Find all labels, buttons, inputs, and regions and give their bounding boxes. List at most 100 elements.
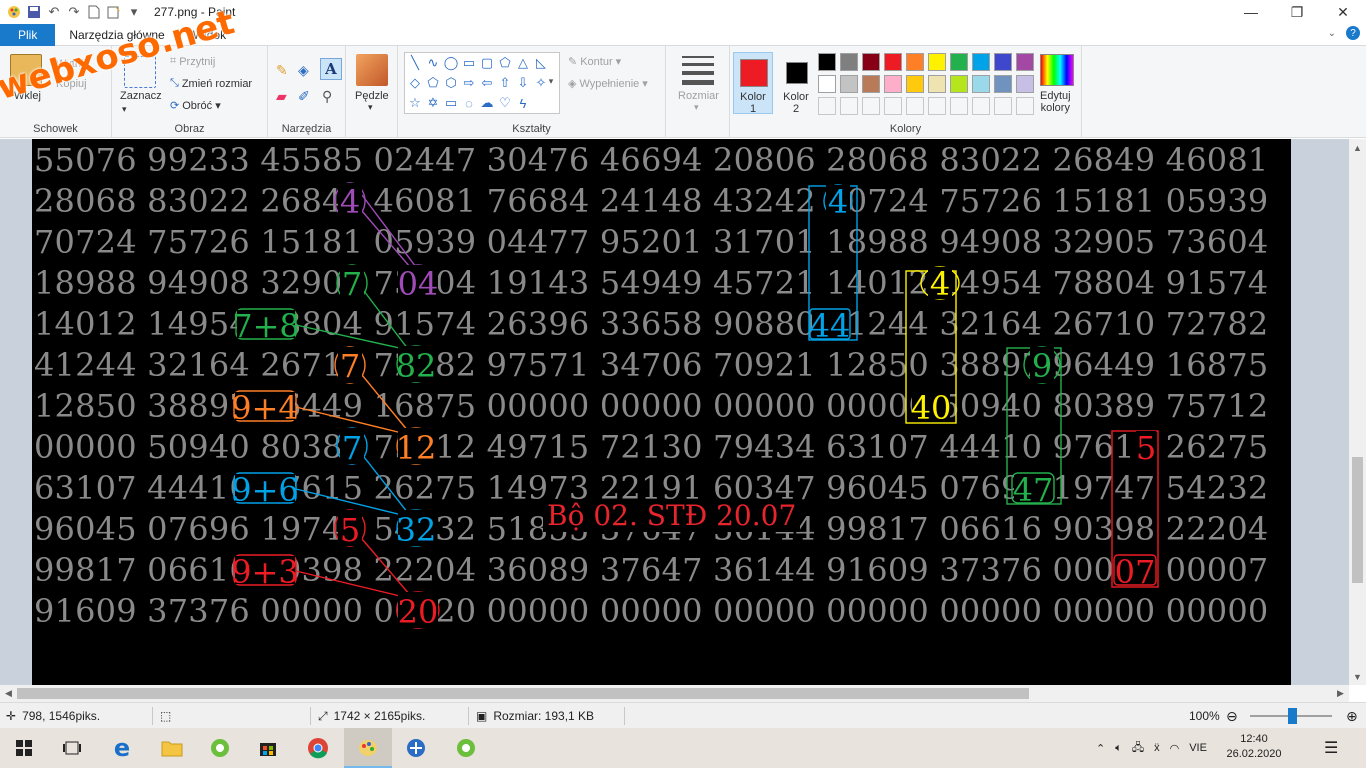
edge-taskbar-icon[interactable]: e: [98, 728, 146, 768]
blue-col-num-2: 44: [810, 307, 851, 345]
shape-rectangle-icon[interactable]: ▭: [461, 55, 477, 71]
resize-button[interactable]: ⤡ Zmień rozmiar: [170, 77, 252, 90]
shapes-scroll-icon[interactable]: ▾: [545, 73, 557, 89]
magnifier-icon[interactable]: ⚲: [322, 88, 332, 105]
fill-button[interactable]: ◈ Wypełnienie ▾: [568, 77, 648, 91]
blue-num-2: 32: [396, 511, 437, 549]
shape-heart-icon[interactable]: ♡: [497, 95, 513, 111]
shape-arrow-left-icon[interactable]: ⇦: [479, 75, 495, 91]
zoom-in-icon[interactable]: ⊕: [1346, 703, 1358, 729]
shape-arrow-right-icon[interactable]: ⇨: [461, 75, 477, 91]
zoom-out-icon[interactable]: ⊖: [1226, 703, 1238, 729]
store-taskbar-icon[interactable]: [244, 728, 292, 768]
wifi-icon[interactable]: ◠: [1170, 742, 1180, 755]
zoom-slider-thumb[interactable]: [1288, 708, 1297, 724]
outline-icon: ✎: [568, 56, 578, 68]
quick-access-toolbar: ↶ ↷ ▾: [0, 4, 142, 20]
scroll-right-icon[interactable]: ▶: [1332, 685, 1349, 702]
pencil-icon[interactable]: ✎: [276, 62, 288, 79]
vertical-scroll-thumb[interactable]: [1352, 457, 1363, 583]
redo-icon[interactable]: ↷: [66, 4, 82, 20]
select-button[interactable]: Zaznacz: [120, 90, 162, 102]
orange-sum: 9+4: [231, 389, 299, 427]
file-explorer-taskbar-icon[interactable]: [148, 728, 196, 768]
file-size: Rozmiar: 193,1 KB: [493, 709, 595, 723]
shape-arrow-down-icon[interactable]: ⇩: [515, 75, 531, 91]
ime-icon[interactable]: ẍ: [1154, 742, 1160, 754]
minimize-button[interactable]: —: [1228, 0, 1274, 24]
shape-right-triangle-icon[interactable]: ◺: [533, 55, 549, 71]
brush-icon[interactable]: [356, 54, 388, 86]
collapse-ribbon-icon[interactable]: ⌄: [1328, 28, 1336, 39]
canvas-area[interactable]: 55076 99233 45585 02447 30476 46694 2080…: [0, 139, 1349, 685]
customize-qa-icon[interactable]: ▾: [126, 4, 142, 20]
select-dropdown-icon[interactable]: ▾: [122, 104, 127, 115]
properties-icon[interactable]: [106, 4, 122, 20]
save-icon[interactable]: [26, 4, 42, 20]
brushes-dropdown-icon[interactable]: ▾: [368, 102, 373, 113]
notifications-icon[interactable]: ☰: [1324, 728, 1338, 768]
app-taskbar-icon-2[interactable]: [392, 728, 440, 768]
eraser-icon[interactable]: ▰: [276, 88, 287, 105]
size-dropdown-icon[interactable]: ▾: [694, 102, 699, 113]
image-canvas[interactable]: 55076 99233 45585 02447 30476 46694 2080…: [32, 139, 1291, 685]
shape-curve-icon[interactable]: ∿: [425, 55, 441, 71]
image-size: 1742 × 2165piks.: [333, 709, 426, 723]
horizontal-scrollbar[interactable]: ◀ ▶: [0, 685, 1349, 702]
task-view-icon: [63, 741, 81, 755]
blue-col-num-1: 4: [828, 183, 848, 221]
scroll-left-icon[interactable]: ◀: [0, 685, 17, 702]
shape-callout-rect-icon[interactable]: ▭: [443, 95, 459, 111]
tools-label: Narzędzia: [281, 123, 332, 135]
size-button[interactable]: Rozmiar: [678, 90, 719, 102]
help-icon[interactable]: ?: [1346, 26, 1360, 40]
size-icon[interactable]: [682, 56, 714, 85]
tray-overflow-icon[interactable]: ⌃: [1096, 742, 1105, 755]
clock-time: 12:40: [1240, 733, 1268, 745]
app-taskbar-icon-3[interactable]: [442, 728, 490, 768]
close-button[interactable]: ✕: [1320, 0, 1366, 24]
volume-icon[interactable]: 🔈︎: [1115, 742, 1122, 755]
scroll-up-icon[interactable]: ▲: [1349, 139, 1366, 156]
maximize-button[interactable]: ❐: [1274, 0, 1320, 24]
shape-lightning-icon[interactable]: ϟ: [515, 95, 531, 111]
shape-rounded-rectangle-icon[interactable]: ▢: [479, 55, 495, 71]
start-button[interactable]: [0, 728, 48, 768]
chrome-taskbar-icon[interactable]: [294, 728, 342, 768]
paint-app-icon[interactable]: [6, 4, 22, 20]
red-connector-2: [295, 570, 405, 598]
shape-star5-icon[interactable]: ☆: [407, 95, 423, 111]
vertical-scrollbar[interactable]: ▲ ▼: [1349, 139, 1366, 685]
shape-arrow-up-icon[interactable]: ⇧: [497, 75, 513, 91]
blue-num-1: 7: [342, 429, 362, 467]
app-taskbar-icon-1[interactable]: [196, 728, 244, 768]
task-view-button[interactable]: [48, 728, 96, 768]
rotate-icon: ⟳: [170, 100, 180, 112]
shape-oval-icon[interactable]: ◯: [443, 55, 459, 71]
colors-label: Kolory: [889, 123, 922, 135]
outline-button[interactable]: ✎ Kontur ▾: [568, 55, 621, 69]
scroll-down-icon[interactable]: ▼: [1349, 668, 1366, 685]
shape-diamond-icon[interactable]: ◇: [407, 75, 423, 91]
shape-pentagon-icon[interactable]: ⬠: [425, 75, 441, 91]
rotate-button[interactable]: ⟳ Obróć ▾: [170, 99, 221, 113]
paint-taskbar-icon[interactable]: [344, 728, 392, 768]
language-indicator[interactable]: VIE: [1189, 742, 1207, 754]
shape-star6-icon[interactable]: ✡: [425, 95, 441, 111]
text-tool-icon[interactable]: A: [320, 58, 342, 80]
network-error-icon[interactable]: 🖧︎: [1132, 739, 1144, 758]
new-file-icon[interactable]: [86, 4, 102, 20]
shape-line-icon[interactable]: ╲: [407, 55, 423, 71]
shape-polygon-icon[interactable]: ⬠: [497, 55, 513, 71]
fill-bucket-icon[interactable]: ◈: [298, 62, 309, 79]
tab-file[interactable]: Plik: [0, 23, 56, 46]
shape-triangle-icon[interactable]: △: [515, 55, 531, 71]
shape-callout-cloud-icon[interactable]: ☁: [479, 95, 495, 111]
shape-callout-oval-icon[interactable]: ◌: [461, 95, 477, 111]
shape-hexagon-icon[interactable]: ⬡: [443, 75, 459, 91]
undo-icon[interactable]: ↶: [46, 4, 62, 20]
horizontal-scroll-thumb[interactable]: [17, 688, 1029, 699]
color-picker-icon[interactable]: ✐: [298, 88, 310, 105]
clock[interactable]: 12:40 26.02.2020: [1226, 732, 1282, 762]
brushes-button[interactable]: Pędzle: [355, 90, 389, 102]
